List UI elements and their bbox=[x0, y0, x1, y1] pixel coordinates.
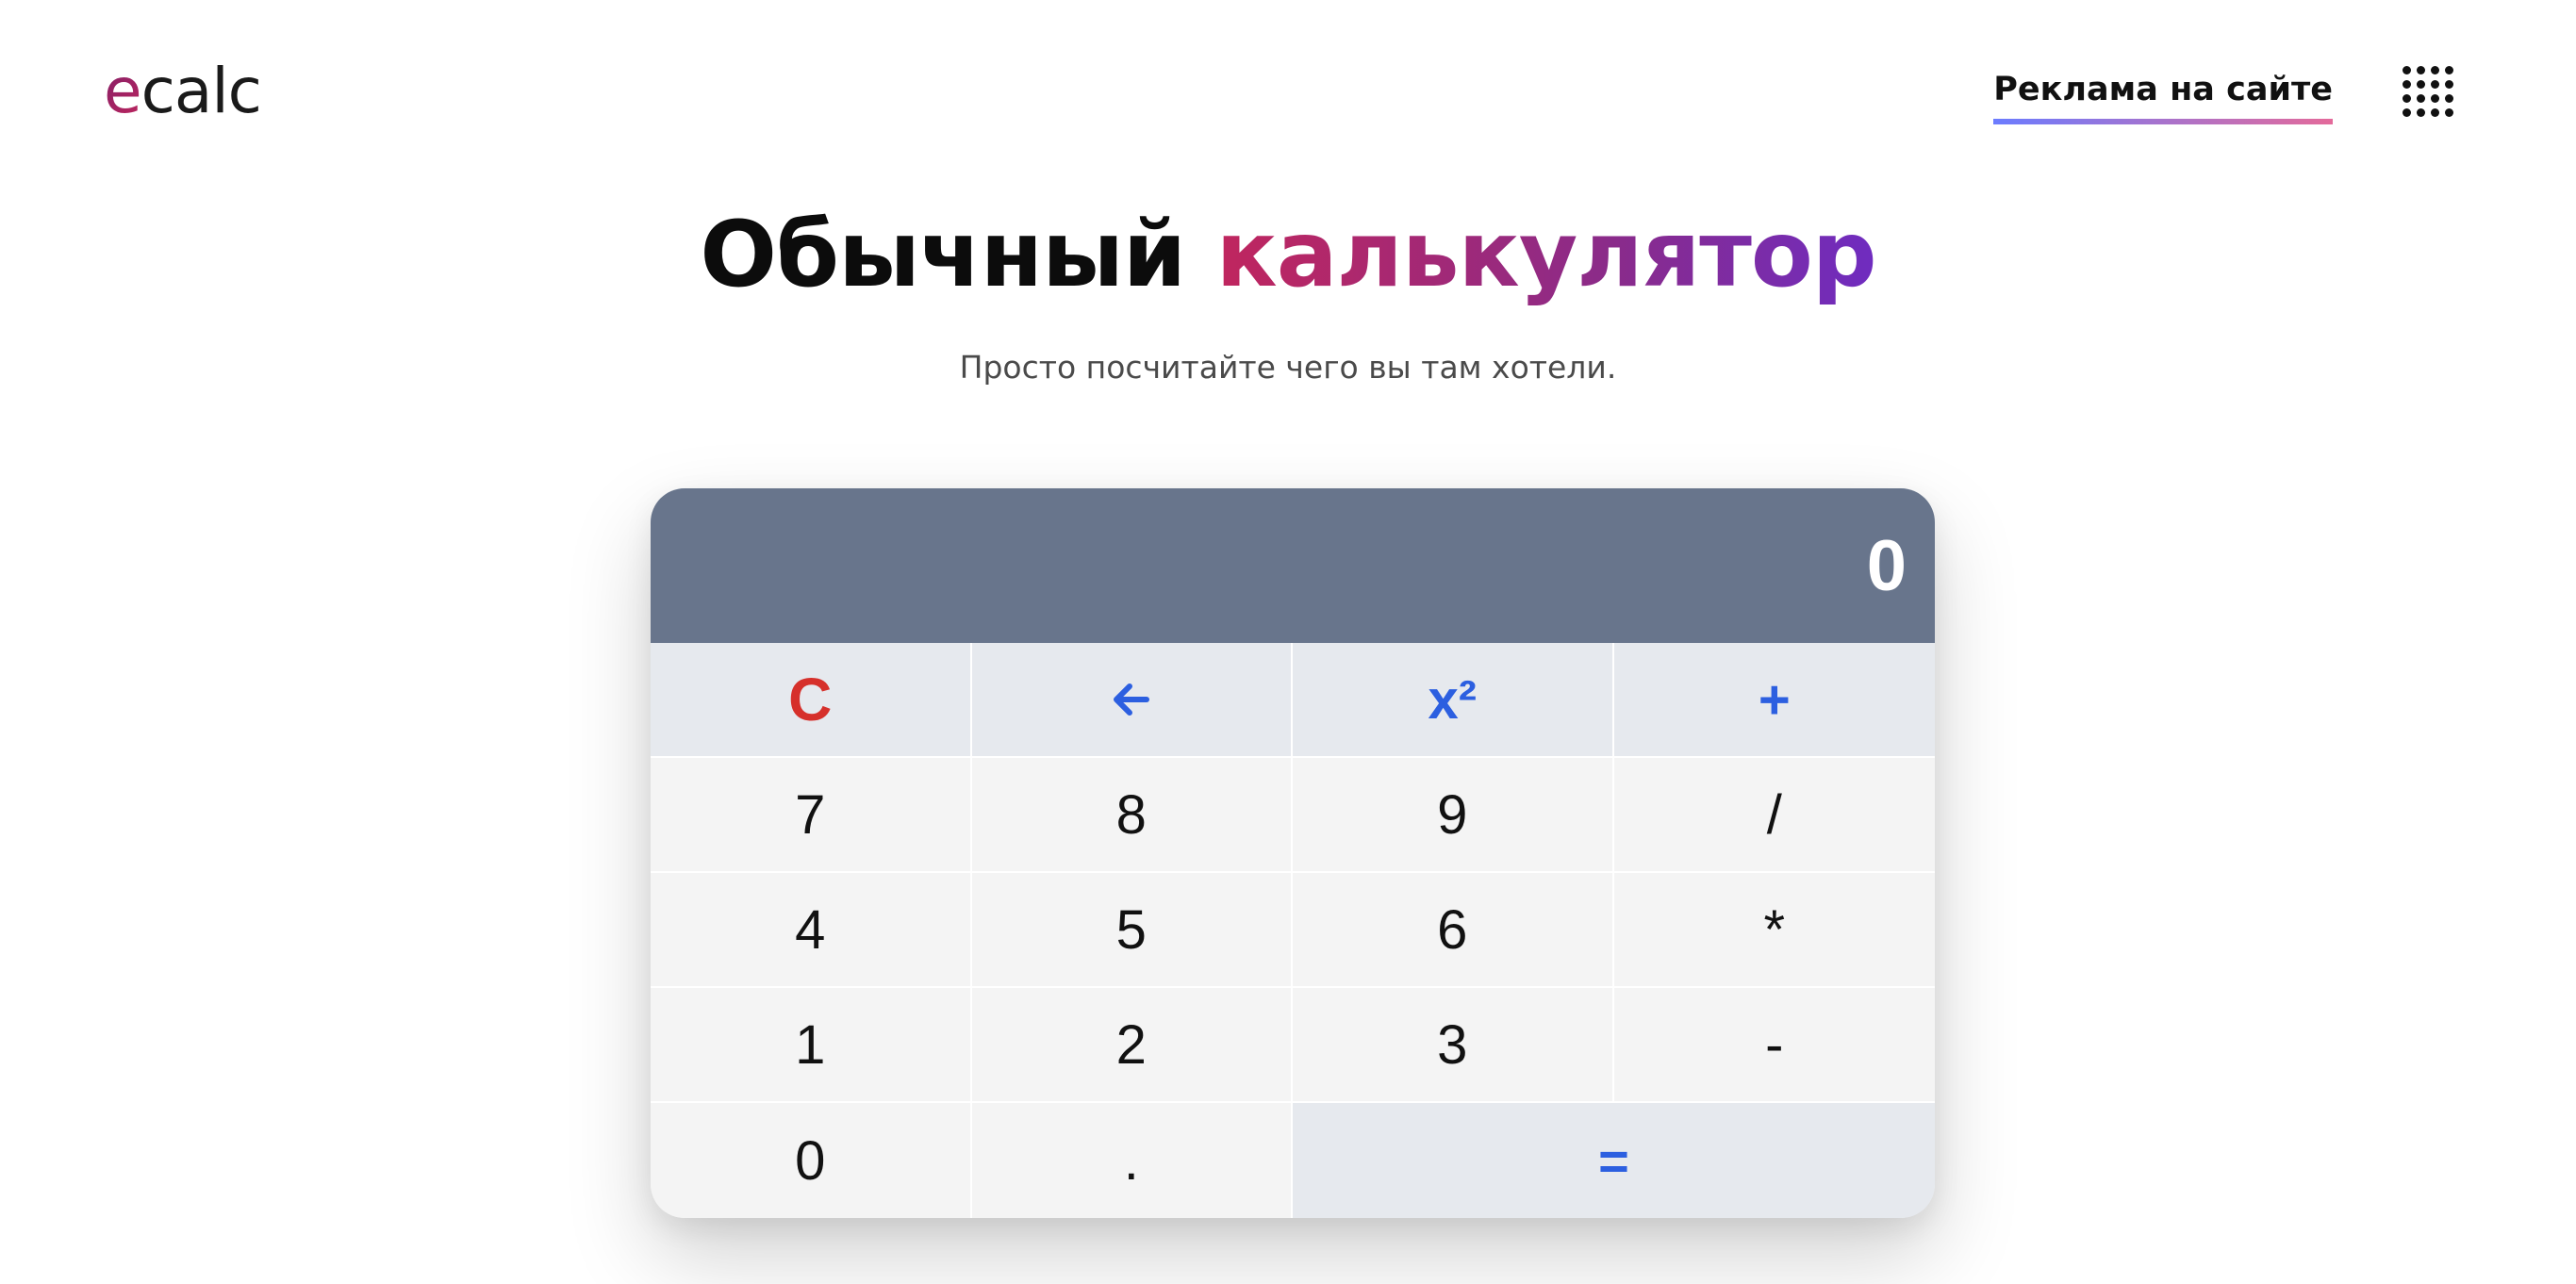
digit-1-button[interactable]: 1 bbox=[651, 988, 972, 1103]
plus-button[interactable]: + bbox=[1613, 643, 1935, 758]
calculator: 0 C x² + 7 8 9 / 4 5 6 * 1 2 3 - 0 . = bbox=[651, 488, 1935, 1218]
decimal-point-button[interactable]: . bbox=[971, 1103, 1293, 1218]
advertising-link[interactable]: Реклама на сайте bbox=[1993, 66, 2333, 124]
page: ecalc Реклама на сайте Обычный калькулят… bbox=[0, 0, 2576, 1284]
backspace-button[interactable] bbox=[971, 643, 1293, 758]
grid-dots-icon[interactable] bbox=[2403, 66, 2453, 117]
multiply-button[interactable]: * bbox=[1613, 873, 1935, 988]
digit-5-button[interactable]: 5 bbox=[971, 873, 1293, 988]
logo-text: calc bbox=[140, 55, 262, 127]
digit-7-button[interactable]: 7 bbox=[651, 758, 972, 873]
equals-button[interactable]: = bbox=[1293, 1103, 1935, 1218]
logo-letter-e: e bbox=[104, 55, 142, 127]
square-button[interactable]: x² bbox=[1293, 643, 1614, 758]
digit-4-button[interactable]: 4 bbox=[651, 873, 972, 988]
divide-button[interactable]: / bbox=[1613, 758, 1935, 873]
calculator-display: 0 bbox=[651, 488, 1935, 643]
page-subtitle: Просто посчитайте чего вы там хотели. bbox=[959, 349, 1617, 386]
digit-6-button[interactable]: 6 bbox=[1293, 873, 1614, 988]
minus-button[interactable]: - bbox=[1613, 988, 1935, 1103]
title-part-plain: Обычный bbox=[700, 202, 1216, 307]
clear-button[interactable]: C bbox=[651, 643, 972, 758]
logo[interactable]: ecalc bbox=[104, 49, 262, 134]
digit-0-button[interactable]: 0 bbox=[651, 1103, 972, 1218]
digit-2-button[interactable]: 2 bbox=[971, 988, 1293, 1103]
page-title: Обычный калькулятор bbox=[0, 198, 2576, 311]
arrow-left-icon bbox=[1113, 683, 1149, 716]
calculator-keypad: C x² + 7 8 9 / 4 5 6 * 1 2 3 - 0 . = bbox=[651, 643, 1935, 1218]
digit-3-button[interactable]: 3 bbox=[1293, 988, 1614, 1103]
digit-9-button[interactable]: 9 bbox=[1293, 758, 1614, 873]
title-part-accent: калькулятор bbox=[1215, 202, 1877, 307]
digit-8-button[interactable]: 8 bbox=[971, 758, 1293, 873]
